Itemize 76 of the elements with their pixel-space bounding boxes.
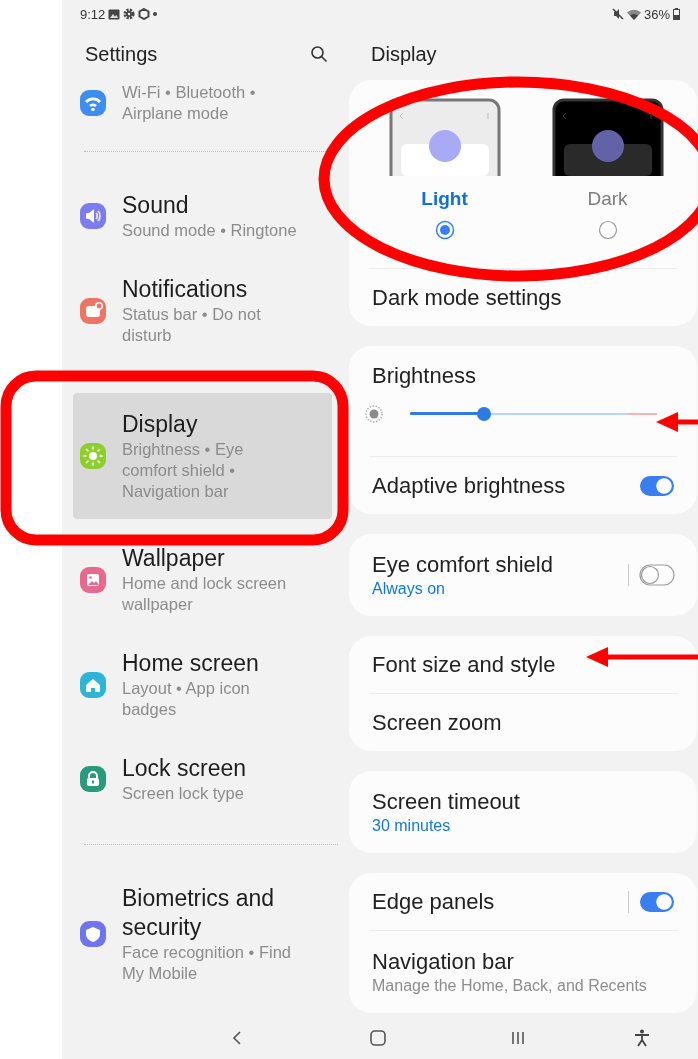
item-title: Notifications — [122, 275, 249, 304]
radio-button[interactable] — [434, 220, 455, 240]
brightness-icon — [364, 404, 384, 424]
theme-label[interactable]: Dark — [587, 188, 628, 210]
settings-row[interactable]: Eye comfort shield Always on — [349, 534, 697, 616]
row-title: Dark mode settings — [372, 283, 562, 312]
settings-item[interactable]: Notifications Status bar • Do not disturb — [62, 258, 340, 363]
item-title: Lock screen — [122, 754, 246, 783]
battery-percentage: 36% — [643, 6, 670, 22]
hexagon-icon — [138, 8, 151, 20]
item-subtitle: Brightness • Eye comfort shield • Navigation bar — [122, 439, 245, 502]
dot-icon — [153, 12, 158, 16]
toggle-switch[interactable] — [639, 564, 675, 586]
settings-row[interactable]: Screen timeout 30 minutes — [349, 771, 697, 853]
pane-title: Settings — [85, 42, 158, 66]
mute-icon — [611, 8, 624, 20]
shield-icon — [80, 921, 106, 947]
back-icon[interactable] — [230, 1030, 244, 1046]
wifi-icon — [80, 90, 106, 116]
padlock-icon — [80, 766, 106, 792]
item-subtitle: Sound mode • Ringtone — [122, 220, 297, 241]
gear-icon — [123, 8, 136, 20]
speaker-icon — [80, 203, 106, 229]
row-title: Edge panels — [372, 887, 495, 916]
brightness-slider[interactable] — [410, 407, 657, 421]
radio-button[interactable] — [597, 220, 618, 240]
search-icon[interactable] — [310, 45, 328, 63]
row-title: Adaptive brightness — [372, 471, 566, 500]
clock-time: 9:12 — [80, 6, 106, 22]
pane-title: Display — [371, 42, 437, 66]
item-subtitle: Status bar • Do not disturb — [122, 304, 262, 346]
settings-item[interactable]: Sound Sound mode • Ringtone — [62, 174, 340, 258]
row-subtitle: Always on — [372, 579, 445, 599]
toggle-switch[interactable] — [639, 474, 675, 497]
item-title: Biometrics and security — [122, 884, 276, 942]
pointer-arrow — [656, 410, 698, 434]
accessibility-icon[interactable] — [634, 1029, 650, 1047]
settings-row[interactable]: Navigation bar Manage the Home, Back, and Recents — [349, 931, 697, 1013]
row-title: Brightness — [372, 362, 477, 390]
item-subtitle: Layout • App icon badges — [122, 678, 251, 720]
item-title: Wallpaper — [122, 544, 226, 573]
row-subtitle: Manage the Home, Back, and Recents — [372, 976, 647, 996]
settings-row[interactable]: Edge panels — [349, 873, 697, 930]
home-icon[interactable] — [370, 1030, 386, 1046]
item-title: Home screen — [122, 649, 260, 678]
settings-item[interactable]: Lock screen Screen lock type — [62, 737, 340, 821]
settings-row[interactable]: Adaptive brightness — [349, 457, 697, 514]
row-title: Screen timeout — [372, 788, 520, 816]
row-title: Navigation bar — [372, 948, 514, 976]
item-title: Sound — [122, 191, 190, 220]
item-subtitle: Wi-Fi • Bluetooth • Airplane mode — [122, 82, 257, 124]
row-subtitle: 30 minutes — [372, 816, 451, 836]
toggle-switch[interactable] — [639, 890, 675, 913]
item-title: Display — [122, 410, 199, 439]
settings-row[interactable]: Dark mode settings — [349, 269, 697, 326]
row-title: Screen zoom — [372, 708, 502, 737]
settings-row[interactable]: Font size and style — [349, 636, 697, 693]
settings-item[interactable]: Display Brightness • Eye comfort shield • Navigation bar — [73, 393, 332, 519]
message-icon — [80, 297, 106, 324]
battery-icon — [673, 8, 680, 20]
wifi-signal-icon — [626, 8, 641, 20]
sun-icon — [80, 443, 106, 469]
row-title: Font size and style — [372, 650, 556, 679]
row-title: Eye comfort shield — [372, 551, 553, 579]
settings-item[interactable]: Wallpaper Home and lock screen wallpaper — [62, 527, 340, 632]
recents-icon[interactable] — [510, 1030, 526, 1046]
item-subtitle: Screen lock type — [122, 783, 245, 804]
item-subtitle: Home and lock screen wallpaper — [122, 573, 288, 615]
theme-label[interactable]: Light — [421, 188, 468, 210]
item-subtitle: Face recognition • Find My Mobile — [122, 942, 293, 984]
settings-item[interactable]: Biometrics and security Face recognition • Find My Mobile — [62, 867, 340, 1001]
picture-icon — [80, 566, 106, 593]
settings-item[interactable]: Home screen Layout • App icon badges — [62, 632, 340, 737]
house-icon — [80, 671, 106, 698]
picture-icon — [108, 8, 121, 20]
settings-row[interactable]: Screen zoom — [349, 694, 697, 751]
